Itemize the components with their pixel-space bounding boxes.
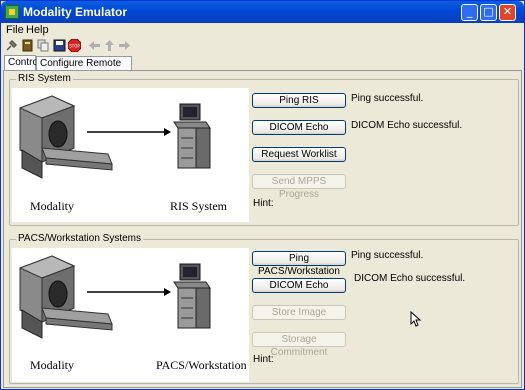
ris-echo-status: DICOM Echo successful. <box>351 120 463 131</box>
tab-strip: Control Configure Remote Systems <box>1 55 524 82</box>
config-icon[interactable] <box>5 39 18 52</box>
mri-scanner-icon <box>18 95 113 179</box>
storage-commitment-button[interactable]: Storage Commitment <box>252 332 346 358</box>
forward-arrow-icon[interactable] <box>118 39 131 52</box>
pacs-workstation-caption: PACS/Workstation <box>156 358 247 372</box>
menu-bar: File Help <box>1 23 524 37</box>
workstation-icon <box>173 263 211 329</box>
pacs-workstation-group: PACS/Workstation Systems Modality PACS/W… <box>9 233 519 384</box>
arrow-head <box>164 288 171 296</box>
ping-pacs-button[interactable]: Ping PACS/Workstation <box>252 251 346 277</box>
ris-dicom-echo-button[interactable]: DICOM Echo <box>252 120 346 135</box>
ping-ris-status: Ping successful. <box>351 93 424 104</box>
app-icon <box>5 5 19 19</box>
store-image-button[interactable]: Store Image <box>252 305 346 320</box>
arrow-head <box>164 128 171 136</box>
pacs-hint: Hint: <box>253 354 274 365</box>
up-arrow-icon[interactable] <box>103 39 116 52</box>
group-label: PACS/Workstation Systems <box>16 233 143 244</box>
stop-icon[interactable]: STOP <box>68 39 81 52</box>
workstation-icon <box>173 103 211 169</box>
save-icon[interactable] <box>53 39 66 52</box>
close-button[interactable]: ✕ <box>499 4 516 21</box>
back-arrow-icon[interactable] <box>88 39 101 52</box>
window-title: Modality Emulator <box>23 5 128 19</box>
menu-help[interactable]: Help <box>26 24 49 36</box>
menu-file[interactable]: File <box>6 24 24 36</box>
request-worklist-button[interactable]: Request Worklist <box>252 147 346 162</box>
group-label: RIS System <box>16 73 73 84</box>
copy-icon[interactable] <box>37 39 50 52</box>
maximize-button[interactable]: □ <box>480 4 497 21</box>
ris-hint: Hint: <box>253 198 274 209</box>
tab-configure-remote-systems[interactable]: Configure Remote Systems <box>36 56 132 82</box>
modality-caption: Modality <box>30 358 74 372</box>
mouse-cursor-icon <box>410 311 422 327</box>
pacs-dicom-echo-button[interactable]: DICOM Echo <box>252 278 346 293</box>
pacs-echo-status: DICOM Echo successful. <box>354 273 466 284</box>
modality-caption: Modality <box>30 199 74 213</box>
pacs-diagram: Modality PACS/Workstation <box>12 248 249 382</box>
main-window: Modality Emulator _ □ ✕ File Help STOP C… <box>0 0 525 390</box>
send-mpps-progress-button[interactable]: Send MPPS Progress <box>252 174 346 200</box>
minimize-button[interactable]: _ <box>461 4 478 21</box>
ping-ris-button[interactable]: Ping RIS <box>252 93 346 108</box>
ris-system-group: RIS System Modality RIS System Ping RIS … <box>9 73 519 226</box>
ris-diagram: Modality RIS System <box>12 88 249 222</box>
control-tab-panel: RIS System Modality RIS System Ping RIS … <box>3 70 522 388</box>
book-icon[interactable] <box>21 39 34 52</box>
title-bar[interactable]: Modality Emulator _ □ ✕ <box>1 1 524 23</box>
tab-control[interactable]: Control <box>4 55 40 70</box>
ping-pacs-status: Ping successful. <box>351 250 424 261</box>
toolbar: STOP <box>1 38 524 54</box>
ris-system-caption: RIS System <box>170 199 228 213</box>
mri-scanner-icon <box>18 255 113 339</box>
svg-text:STOP: STOP <box>69 44 80 49</box>
